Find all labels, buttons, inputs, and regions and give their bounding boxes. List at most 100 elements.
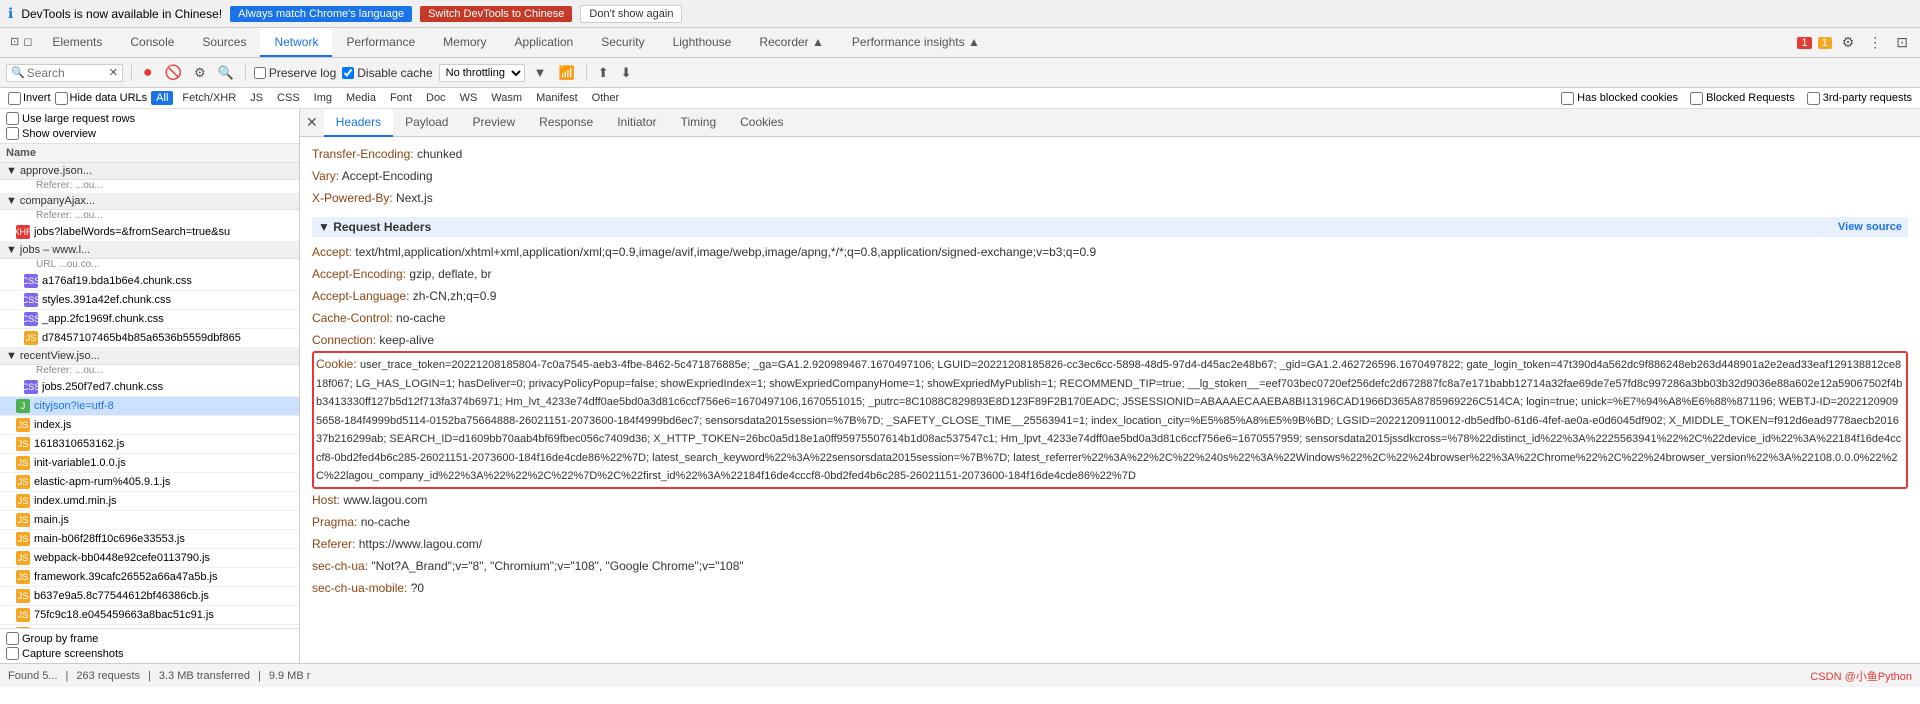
filter-media[interactable]: Media <box>341 91 381 105</box>
third-party-label[interactable]: 3rd-party requests <box>1807 92 1912 105</box>
large-rows-label[interactable]: Use large request rows <box>6 112 293 125</box>
list-item[interactable]: JSindex.js <box>0 416 299 435</box>
request-list[interactable]: ▼ approve.json... Referer: ...ou... ▼ co… <box>0 163 299 628</box>
invert-checkbox[interactable] <box>8 92 21 105</box>
list-item[interactable]: CSS jobs.250f7ed7.chunk.css <box>0 378 299 397</box>
request-headers-section[interactable]: ▼ Request Headers View source <box>312 217 1908 237</box>
notification-bar: ℹ DevTools is now available in Chinese! … <box>0 0 1920 28</box>
tab-timing[interactable]: Timing <box>669 109 729 137</box>
detail-close-button[interactable]: ✕ <box>304 112 320 133</box>
list-item[interactable]: JS d78457107465b4b85a6536b5559dbf865 <box>0 329 299 348</box>
filter-css[interactable]: CSS <box>272 91 305 105</box>
hide-data-urls-checkbox[interactable] <box>55 92 68 105</box>
list-item[interactable]: JSwebpack-bb0448e92cefe0113790.js <box>0 549 299 568</box>
blocked-requests-checkbox[interactable] <box>1690 92 1703 105</box>
group-arrow-jobs: ▼ <box>6 244 17 256</box>
filter-fetch-xhr[interactable]: Fetch/XHR <box>177 91 241 105</box>
disable-cache-label[interactable]: Disable cache <box>342 66 432 80</box>
list-item[interactable]: JSmain-b06f28ff10c696e33553.js <box>0 530 299 549</box>
group-approve[interactable]: ▼ approve.json... <box>0 163 299 180</box>
tab-bar-right: 1 1 ⚙ ⋮ ⊡ <box>1797 28 1920 57</box>
filter-font[interactable]: Font <box>385 91 417 105</box>
search-close-btn[interactable]: ✕ <box>109 66 118 79</box>
filter-js[interactable]: JS <box>245 91 268 105</box>
item-name: styles.391a42ef.chunk.css <box>42 294 291 306</box>
wifi-icon[interactable]: 📶 <box>556 64 578 82</box>
large-rows-checkbox[interactable] <box>6 112 19 125</box>
list-item[interactable]: JSmain.js <box>0 511 299 530</box>
filter-other[interactable]: Other <box>587 91 625 105</box>
group-by-frame-label[interactable]: Group by frame <box>6 632 293 645</box>
list-item[interactable]: JS75fc9c18.e045459663a8bac51c91.js <box>0 606 299 625</box>
download-icon[interactable]: ⬇ <box>618 64 635 82</box>
preserve-log-label[interactable]: Preserve log <box>254 66 336 80</box>
filter-ws[interactable]: WS <box>455 91 483 105</box>
invert-label[interactable]: Invert <box>8 92 51 105</box>
record-button[interactable]: ● <box>140 63 156 83</box>
disable-cache-checkbox[interactable] <box>342 67 354 79</box>
group-by-frame-checkbox[interactable] <box>6 632 19 645</box>
list-item[interactable]: CSS styles.391a42ef.chunk.css <box>0 291 299 310</box>
has-blocked-cookies-label[interactable]: Has blocked cookies <box>1561 92 1678 105</box>
list-item[interactable]: JS1618310653162.js <box>0 435 299 454</box>
tab-sources[interactable]: Sources <box>188 28 260 57</box>
has-blocked-cookies-checkbox[interactable] <box>1561 92 1574 105</box>
tab-headers[interactable]: Headers <box>324 109 393 137</box>
list-item[interactable]: JSb637e9a5.8c77544612bf46386cb.js <box>0 587 299 606</box>
clear-button[interactable]: 🚫 <box>162 63 185 82</box>
view-source-button[interactable]: View source <box>1838 221 1902 233</box>
tab-application[interactable]: Application <box>501 28 588 57</box>
list-item[interactable]: XHR jobs?labelWords=&fromSearch=true&su <box>0 223 299 242</box>
tab-elements-label[interactable]: Elements <box>38 28 116 57</box>
list-item-selected[interactable]: J cityjson?ie=utf-8 <box>0 397 299 416</box>
tab-security[interactable]: Security <box>587 28 658 57</box>
throttle-select[interactable]: No throttling <box>439 64 525 82</box>
filter-button[interactable]: ⚙ <box>191 64 209 82</box>
list-item[interactable]: JSframework.39cafc26552a66a47a5b.js <box>0 568 299 587</box>
hide-data-urls-label[interactable]: Hide data URLs <box>55 92 148 105</box>
filter-manifest[interactable]: Manifest <box>531 91 583 105</box>
tab-lighthouse[interactable]: Lighthouse <box>659 28 746 57</box>
show-overview-label[interactable]: Show overview <box>6 127 293 140</box>
tab-performance[interactable]: Performance <box>332 28 429 57</box>
list-item[interactable]: JSinit-variable1.0.0.js <box>0 454 299 473</box>
undock-button[interactable]: ⊡ <box>1892 32 1912 53</box>
filter-doc[interactable]: Doc <box>421 91 451 105</box>
tab-network[interactable]: Network <box>260 28 332 57</box>
match-language-button[interactable]: Always match Chrome's language <box>230 6 412 22</box>
filter-wasm[interactable]: Wasm <box>486 91 527 105</box>
search-input[interactable] <box>27 66 107 80</box>
tab-response[interactable]: Response <box>527 109 605 137</box>
throttle-dropdown-icon[interactable]: ▼ <box>531 64 550 81</box>
settings-button[interactable]: ⚙ <box>1838 32 1859 53</box>
filter-img[interactable]: Img <box>309 91 337 105</box>
show-overview-checkbox[interactable] <box>6 127 19 140</box>
dismiss-button[interactable]: Don't show again <box>580 5 682 23</box>
tab-preview[interactable]: Preview <box>460 109 527 137</box>
group-company[interactable]: ▼ companyAjax... <box>0 193 299 210</box>
tab-memory[interactable]: Memory <box>429 28 500 57</box>
upload-icon[interactable]: ⬆ <box>595 64 612 82</box>
preserve-log-checkbox[interactable] <box>254 67 266 79</box>
tab-elements[interactable]: ⊡ ◻ <box>4 28 38 57</box>
search-network-button[interactable]: 🔍 <box>215 64 237 82</box>
more-button[interactable]: ⋮ <box>1864 32 1886 53</box>
tab-payload[interactable]: Payload <box>393 109 460 137</box>
group-recentview[interactable]: ▼ recentView.jso... <box>0 348 299 365</box>
filter-all[interactable]: All <box>151 91 173 105</box>
tab-cookies[interactable]: Cookies <box>728 109 795 137</box>
capture-screenshots-label[interactable]: Capture screenshots <box>6 647 293 660</box>
group-jobs[interactable]: ▼ jobs – www.l... <box>0 242 299 259</box>
tab-recorder[interactable]: Recorder ▲ <box>745 28 838 57</box>
tab-initiator[interactable]: Initiator <box>605 109 668 137</box>
list-item[interactable]: JSelastic-apm-rum%405.9.1.js <box>0 473 299 492</box>
capture-screenshots-checkbox[interactable] <box>6 647 19 660</box>
tab-console[interactable]: Console <box>116 28 188 57</box>
blocked-requests-label[interactable]: Blocked Requests <box>1690 92 1795 105</box>
list-item[interactable]: CSS a176af19.bda1b6e4.chunk.css <box>0 272 299 291</box>
list-item[interactable]: JSindex.umd.min.js <box>0 492 299 511</box>
switch-devtools-button[interactable]: Switch DevTools to Chinese <box>420 6 572 22</box>
tab-perf-insights[interactable]: Performance insights ▲ <box>838 28 994 57</box>
third-party-checkbox[interactable] <box>1807 92 1820 105</box>
list-item[interactable]: CSS _app.2fc1969f.chunk.css <box>0 310 299 329</box>
